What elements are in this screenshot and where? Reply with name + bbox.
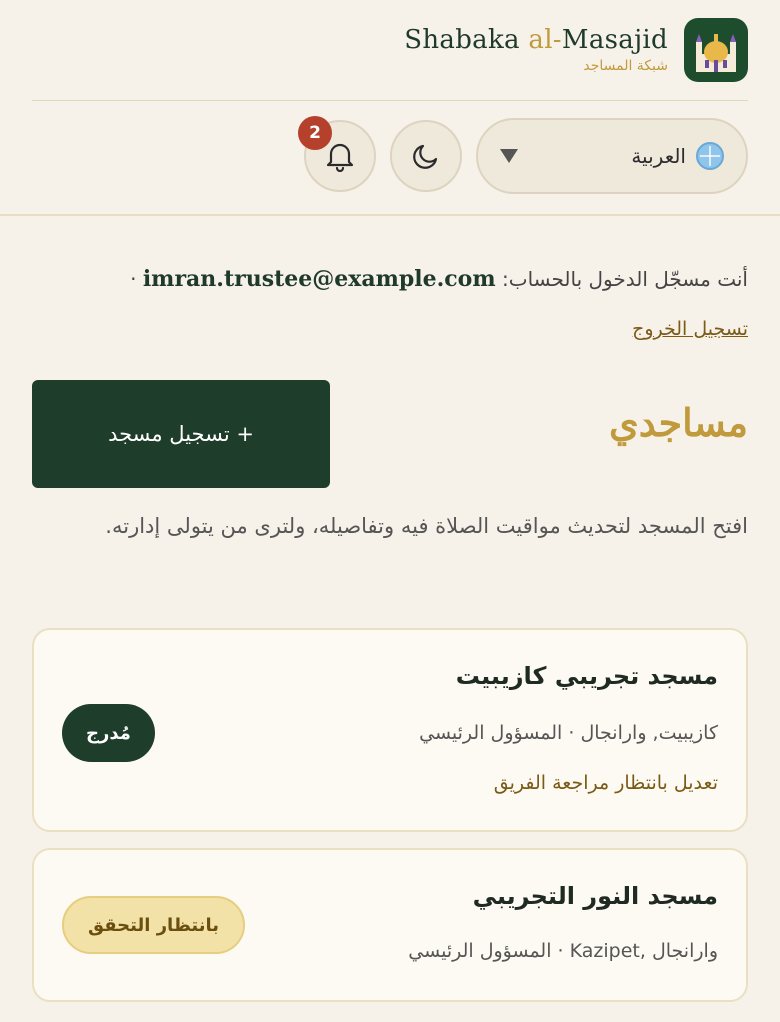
toolbar: 2 العربية xyxy=(298,116,748,194)
brand-text: Shabaka al-Masajid شبكة المساجد xyxy=(404,24,668,75)
account-email: imran.trustee@example.com xyxy=(142,266,496,292)
mosque-card[interactable]: مسجد النور التجريبي وارانجال ,Kazipet · … xyxy=(32,848,748,1002)
brand-title-part1: Shabaka xyxy=(404,24,529,55)
brand-title-part2: Masajid xyxy=(561,24,668,55)
bell-icon xyxy=(326,143,354,172)
mosque-meta: كازيبيت, وارانجال · المسؤول الرئيسي xyxy=(419,722,718,744)
language-label: العربية xyxy=(631,144,686,168)
mosque-name: مسجد النور التجريبي xyxy=(472,882,718,910)
brand-subtitle: شبكة المساجد xyxy=(583,58,668,75)
mosque-name: مسجد تجريبي كازيبيت xyxy=(455,662,718,690)
header-divider xyxy=(32,100,748,101)
notifications-button[interactable]: 2 xyxy=(298,116,376,192)
notification-count-badge: 2 xyxy=(298,116,332,150)
page-title: مساجدي xyxy=(608,400,748,445)
register-mosque-button[interactable]: + تسجيل مسجد xyxy=(32,380,330,488)
brand-title-accent: al- xyxy=(528,24,562,55)
logout-link[interactable]: تسجيل الخروج xyxy=(632,318,748,340)
globe-icon xyxy=(696,142,724,170)
login-status: أنت مسجّل الدخول بالحساب: imran.trustee@… xyxy=(32,266,748,292)
mosque-card[interactable]: مسجد تجريبي كازيبيت كازيبيت, وارانجال · … xyxy=(32,628,748,832)
brand-title: Shabaka al-Masajid xyxy=(404,24,668,55)
caret-down-icon xyxy=(500,149,518,163)
status-badge: مُدرج xyxy=(62,704,155,762)
mosque-edit-note: تعديل بانتظار مراجعة الفريق xyxy=(493,772,718,794)
login-separator: · xyxy=(130,267,137,291)
theme-toggle-button[interactable] xyxy=(390,120,462,192)
language-select[interactable]: العربية xyxy=(476,118,748,194)
status-badge: بانتظار التحقق xyxy=(62,896,245,954)
login-prefix: أنت مسجّل الدخول بالحساب: xyxy=(502,267,748,291)
page-description: افتح المسجد لتحديث مواقيت الصلاة فيه وتف… xyxy=(105,514,748,538)
mosque-meta: وارانجال ,Kazipet · المسؤول الرئيسي xyxy=(408,940,718,962)
mosque-logo-icon[interactable] xyxy=(684,18,748,82)
brand-header: Shabaka al-Masajid شبكة المساجد xyxy=(404,18,748,82)
toolbar-divider xyxy=(0,214,780,216)
moon-icon xyxy=(413,144,438,169)
